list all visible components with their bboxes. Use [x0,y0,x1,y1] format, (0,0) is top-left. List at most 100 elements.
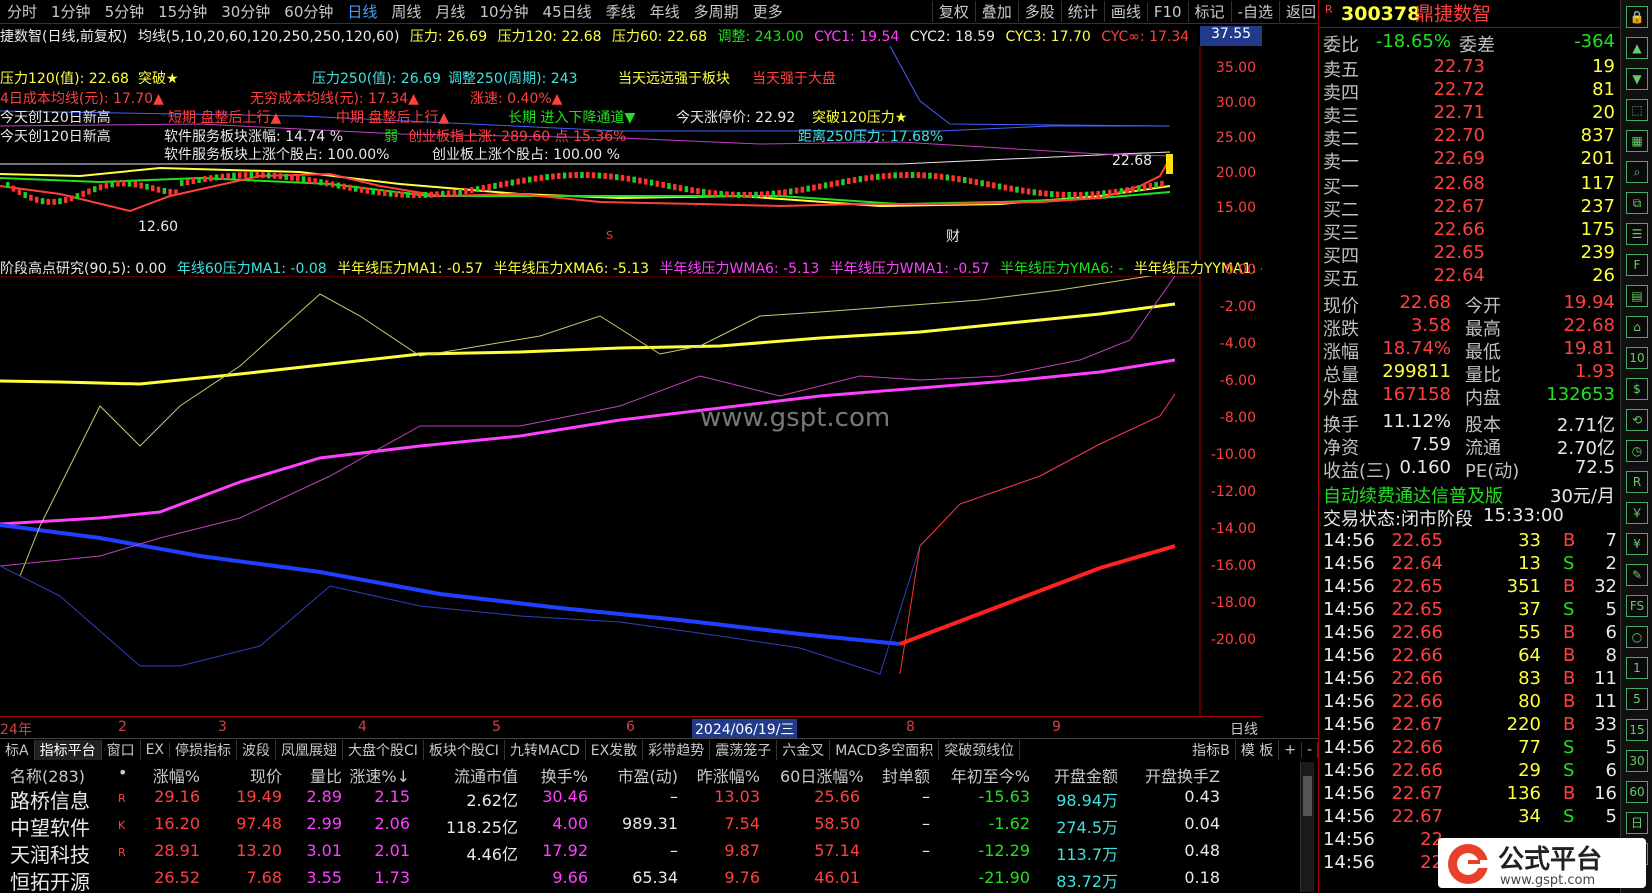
price-tick: 30.00 [1215,95,1256,111]
indicator-tab-2[interactable]: 窗口 [102,739,141,760]
toolbar-item-6[interactable]: 标记 [1187,1,1231,22]
indicator-tab-15[interactable]: 突破颈线位 [939,739,1021,760]
candle-icon[interactable]: ⧉ [1626,192,1648,214]
indicator-tab-0[interactable]: 标A [0,739,35,760]
money-icon[interactable]: ￥ [1626,502,1648,524]
n30-icon[interactable]: 30 [1626,750,1648,772]
period-tab-8[interactable]: 月线 [428,1,472,22]
indicator-tab-13[interactable]: 六金叉 [777,739,831,760]
n1-icon[interactable]: 1 [1626,657,1648,679]
indicator-tab-4[interactable]: 停损指标 [170,739,238,760]
indicator-tab-12[interactable]: 震荡笼子 [710,739,778,760]
candle [748,191,752,198]
indicator-tab-5[interactable]: 波段 [237,739,277,760]
fs-icon[interactable]: FS [1626,595,1648,617]
indicator-tab-7[interactable]: 大盘个股CI [343,739,424,760]
toolbar-item-2[interactable]: 多股 [1017,1,1061,22]
period-tab-1[interactable]: 1分钟 [44,1,98,22]
f10-icon[interactable]: 10 [1626,347,1648,369]
candle [905,172,909,179]
tick-price: 22.65 [1391,599,1443,620]
tabs-right-2[interactable]: + [1279,741,1302,758]
lock-icon[interactable]: 🔒 [1626,6,1648,28]
period-tab-10[interactable]: 45日线 [536,1,599,22]
toolbar-item-3[interactable]: 统计 [1060,1,1104,22]
candle [1084,191,1089,198]
tabs-right-3[interactable]: - [1302,741,1318,758]
period-tab-7[interactable]: 周线 [384,1,428,22]
chart-icon[interactable]: ⬚ [1626,99,1648,121]
candle [928,172,932,179]
table-row[interactable]: 路桥信息 R 29.16 19.49 2.89 2.15 2.62亿 30.46–13.03 2… [0,784,1300,813]
time-icon[interactable]: ◷ [1626,440,1648,462]
indicator-chart[interactable]: www.gspt.com [0,276,1262,716]
tick-vol: 55 [1518,622,1541,643]
indicator-tab-1[interactable]: 指标平台 [34,739,102,760]
ind2-title[interactable]: 阶段高点研究(90,5): 0.00 [0,261,166,276]
tick-time: 14:56 [1323,760,1375,781]
n5-icon[interactable]: 5 [1626,688,1648,710]
indicator-tab-10[interactable]: EX发散 [586,739,644,760]
pen-icon[interactable]: ✎ [1626,564,1648,586]
period-tab-3[interactable]: 15分钟 [151,1,214,22]
stat2-row: 净资 7.59 流通 2.70亿 [1319,434,1621,459]
arrow-up-icon[interactable]: ▲ [1626,37,1648,59]
tick-bs: B [1563,668,1576,689]
fund-icon[interactable]: F [1626,254,1648,276]
circle-icon[interactable]: ○ [1626,626,1648,648]
tabs-right-1[interactable]: 模 板 [1236,739,1280,760]
candle [777,190,781,197]
toolbar-item-8[interactable]: 返回 [1278,1,1322,22]
rsi-icon[interactable]: R [1626,471,1648,493]
cell-9: 9.87 [724,841,760,860]
toolbar-item-1[interactable]: 叠加 [974,1,1018,22]
candle [110,181,114,188]
period-tab-11[interactable]: 季线 [599,1,643,22]
period-tab-12[interactable]: 年线 [643,1,687,22]
indicator-tab-3[interactable]: EX [141,741,171,758]
period-tab-13[interactable]: 多周期 [687,1,746,22]
period-tab-0[interactable]: 分时 [0,1,44,22]
day-icon[interactable]: 日 [1626,812,1648,834]
candle [690,187,694,194]
cai-marker[interactable]: 财 [946,226,960,246]
candle [365,187,370,194]
period-tab-4[interactable]: 30分钟 [214,1,277,22]
ma-params[interactable]: 均线(5,10,20,60,120,250,250,120,60) [138,29,400,45]
table-scrollbar[interactable] [1300,762,1314,892]
list-icon[interactable]: ☰ [1626,223,1648,245]
period-tab-6[interactable]: 日线 [340,1,384,22]
coin-icon[interactable]: $ [1626,378,1648,400]
indicator-tab-11[interactable]: 彩带趋势 [643,739,711,760]
zoom-icon[interactable]: ⌕ [1626,161,1648,183]
indicator-tab-9[interactable]: 九转MACD [505,739,586,760]
tick-time: 14:56 [1323,645,1375,666]
period-tab-14[interactable]: 更多 [746,1,790,22]
candle [800,186,805,193]
toolbar-item-4[interactable]: 画线 [1103,1,1147,22]
toolbar-item-7[interactable]: -自选 [1230,1,1279,22]
tabs-right-0[interactable]: 指标B [1187,739,1236,760]
n60-icon[interactable]: 60 [1626,781,1648,803]
grid-icon[interactable]: ▤ [1626,285,1648,307]
table-icon[interactable]: ▦ [1626,130,1648,152]
home-icon[interactable]: ⌂ [1626,316,1648,338]
n15-icon[interactable]: 15 [1626,719,1648,741]
toolbar-item-5[interactable]: F10 [1146,2,1188,21]
table-row[interactable]: 恒拓开源 26.52 7.68 3.55 1.73 9.66 65.34 9.76 46.01-… [0,865,1300,893]
period-tab-5[interactable]: 60分钟 [277,1,340,22]
candle [180,180,184,187]
indicator-tab-14[interactable]: MACD多空面积 [830,739,940,760]
hook-icon[interactable]: ⟲ [1626,409,1648,431]
money2-icon[interactable]: ¥ [1626,533,1648,555]
period-tab-2[interactable]: 5分钟 [98,1,152,22]
indicator-tab-8[interactable]: 板块个股CI [424,739,505,760]
table-row[interactable]: 中望软件 K 16.20 97.48 2.99 2.06 118.25亿 4.00 989.31… [0,811,1300,840]
indicator-tab-6[interactable]: 凤凰展翅 [276,739,344,760]
period-label[interactable]: 日线 [1230,719,1258,739]
stat-value: 3.58 [1410,315,1451,336]
table-row[interactable]: 天润科技 R 28.91 13.20 3.01 2.01 4.46亿 17.92–9.87 57… [0,838,1300,867]
toolbar-item-0[interactable]: 复权 [931,1,975,22]
arrow-down-icon[interactable]: ▼ [1626,68,1648,90]
period-tab-9[interactable]: 10分钟 [472,1,535,22]
